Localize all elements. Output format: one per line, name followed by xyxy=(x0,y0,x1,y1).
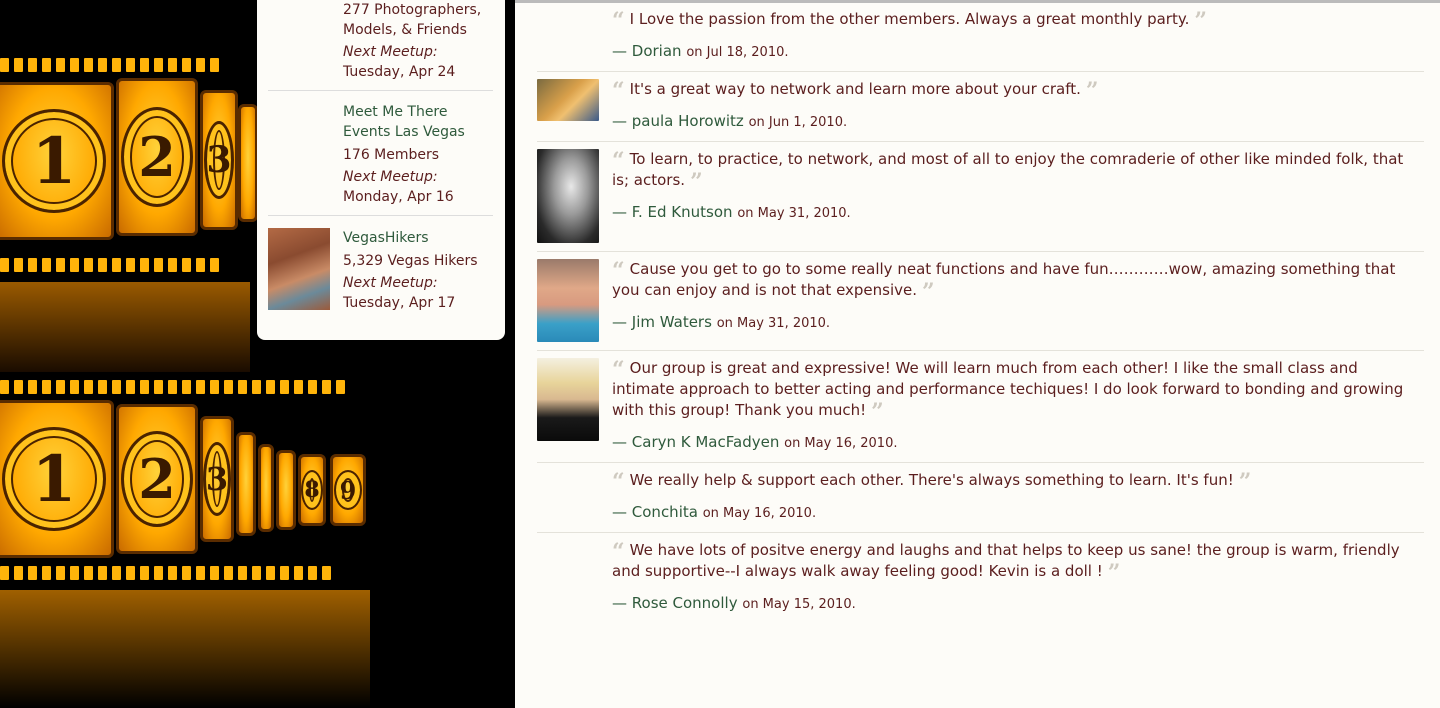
film-frame-lower-6 xyxy=(276,450,296,530)
next-meetup-label: Next Meetup: xyxy=(343,44,438,60)
close-quote-icon: ” xyxy=(1085,78,1099,104)
testimonial-quote: “We really help & support each other. Th… xyxy=(612,469,1252,495)
film-frame-lower-8: 8 xyxy=(298,454,326,526)
testimonial-author: — Caryn K MacFadyen on May 16, 2010. xyxy=(612,433,898,451)
testimonial-author: — Jim Waters on May 31, 2010. xyxy=(612,313,831,331)
testimonial-date: on May 31, 2010. xyxy=(716,316,831,331)
author-link[interactable]: F. Ed Knutson xyxy=(632,203,733,221)
film-frame-lower-3: 3 xyxy=(200,416,234,542)
group-name-link[interactable]: VegasHikers xyxy=(343,228,478,248)
testimonial-quote: “I Love the passion from the other membe… xyxy=(612,8,1208,34)
testimonial-author: — Dorian on Jul 18, 2010. xyxy=(612,42,789,60)
avatar[interactable] xyxy=(537,149,599,243)
author-link[interactable]: Caryn K MacFadyen xyxy=(632,433,780,451)
group-item[interactable]: VegasHikers 5,329 Vegas Hikers Next Meet… xyxy=(268,216,493,321)
author-link[interactable]: Rose Connolly xyxy=(632,594,738,612)
testimonial-quote: “To learn, to practice, to network, and … xyxy=(612,148,1404,195)
close-quote-icon: ” xyxy=(1194,8,1208,34)
group-name-link[interactable]: Meet Me There Events Las Vegas xyxy=(343,102,483,142)
open-quote-icon: “ xyxy=(612,469,625,495)
testimonial-author: — Rose Connolly on May 15, 2010. xyxy=(612,594,856,612)
close-quote-icon: ” xyxy=(871,399,884,425)
testimonial-date: on Jul 18, 2010. xyxy=(686,45,789,60)
film-frame-1: 1 xyxy=(0,82,114,240)
testimonials-list: “I Love the passion from the other membe… xyxy=(515,0,1440,708)
testimonial-date: on May 16, 2010. xyxy=(784,436,898,451)
testimonial-date: on May 15, 2010. xyxy=(742,597,856,612)
film-reflection-bottom xyxy=(0,590,370,708)
testimonial-date: on May 31, 2010. xyxy=(737,206,851,221)
group-member-count: 277 Photographers, xyxy=(343,2,482,18)
testimonial: “We really help & support each other. Th… xyxy=(537,463,1424,533)
open-quote-icon: “ xyxy=(612,78,625,104)
next-meetup-label: Next Meetup: xyxy=(343,275,438,291)
group-photo[interactable] xyxy=(268,228,330,310)
testimonial-date: on Jun 1, 2010. xyxy=(748,115,848,130)
film-perforations-bottom xyxy=(0,258,219,272)
next-meetup-label: Next Meetup: xyxy=(343,169,438,185)
group-member-count: 176 Members xyxy=(343,147,440,163)
film-perforations-top xyxy=(0,58,219,72)
film-frame-lower-5 xyxy=(258,444,274,532)
film-frame-3: 3 xyxy=(200,90,238,230)
author-link[interactable]: Dorian xyxy=(632,42,682,60)
next-meetup-date: Tuesday, Apr 24 xyxy=(343,64,456,80)
close-quote-icon: ” xyxy=(1107,560,1121,586)
avatar[interactable] xyxy=(537,79,599,121)
author-link[interactable]: Jim Waters xyxy=(632,313,712,331)
film-frame-2: 2 xyxy=(116,78,198,236)
testimonial-quote: “Cause you get to go to some really neat… xyxy=(612,258,1396,305)
testimonial-author: — F. Ed Knutson on May 31, 2010. xyxy=(612,203,851,221)
group-member-count: Models, & Friends xyxy=(343,22,467,38)
testimonial-author: — Conchita on May 16, 2010. xyxy=(612,503,817,521)
next-meetup-date: Monday, Apr 16 xyxy=(343,189,454,205)
film-perforations-lower-top xyxy=(0,380,345,394)
testimonial: “It's a great way to network and learn m… xyxy=(537,72,1424,142)
testimonial: “To learn, to practice, to network, and … xyxy=(537,142,1424,252)
next-meetup-date: Tuesday, Apr 17 xyxy=(343,295,456,311)
avatar[interactable] xyxy=(537,358,599,441)
testimonial-quote: “We have lots of positve energy and laug… xyxy=(612,539,1400,586)
film-reflection-top xyxy=(0,282,250,372)
testimonial-quote: “It's a great way to network and learn m… xyxy=(612,78,1099,104)
group-member-count: 5,329 Vegas Hikers xyxy=(343,253,478,269)
testimonial: “I Love the passion from the other membe… xyxy=(537,3,1424,72)
film-frame-lower-1: 1 xyxy=(0,400,114,558)
film-frame-4 xyxy=(238,104,258,222)
group-item[interactable]: Meet Me There Events Las Vegas 176 Membe… xyxy=(268,91,493,216)
testimonial: “Cause you get to go to some really neat… xyxy=(537,252,1424,351)
group-item[interactable]: 277 Photographers, Models, & Friends Nex… xyxy=(268,0,493,91)
related-groups-sidebar: 277 Photographers, Models, & Friends Nex… xyxy=(257,0,505,340)
film-perforations-lower-bottom xyxy=(0,566,331,580)
testimonial: “Our group is great and expressive! We w… xyxy=(537,351,1424,463)
author-link[interactable]: paula Horowitz xyxy=(632,112,744,130)
film-frame-lower-2: 2 xyxy=(116,404,198,554)
testimonial-date: on May 16, 2010. xyxy=(702,506,817,521)
testimonial: “We have lots of positve energy and laug… xyxy=(537,533,1424,623)
testimonial-author: — paula Horowitz on Jun 1, 2010. xyxy=(612,112,848,130)
open-quote-icon: “ xyxy=(612,8,625,34)
film-frame-lower-9: 9 xyxy=(330,454,366,526)
author-link[interactable]: Conchita xyxy=(632,503,698,521)
close-quote-icon: ” xyxy=(690,169,703,195)
close-quote-icon: ” xyxy=(922,279,935,305)
film-frame-lower-4 xyxy=(236,432,256,536)
avatar[interactable] xyxy=(537,259,599,342)
testimonial-quote: “Our group is great and expressive! We w… xyxy=(612,357,1404,425)
close-quote-icon: ” xyxy=(1238,469,1252,495)
